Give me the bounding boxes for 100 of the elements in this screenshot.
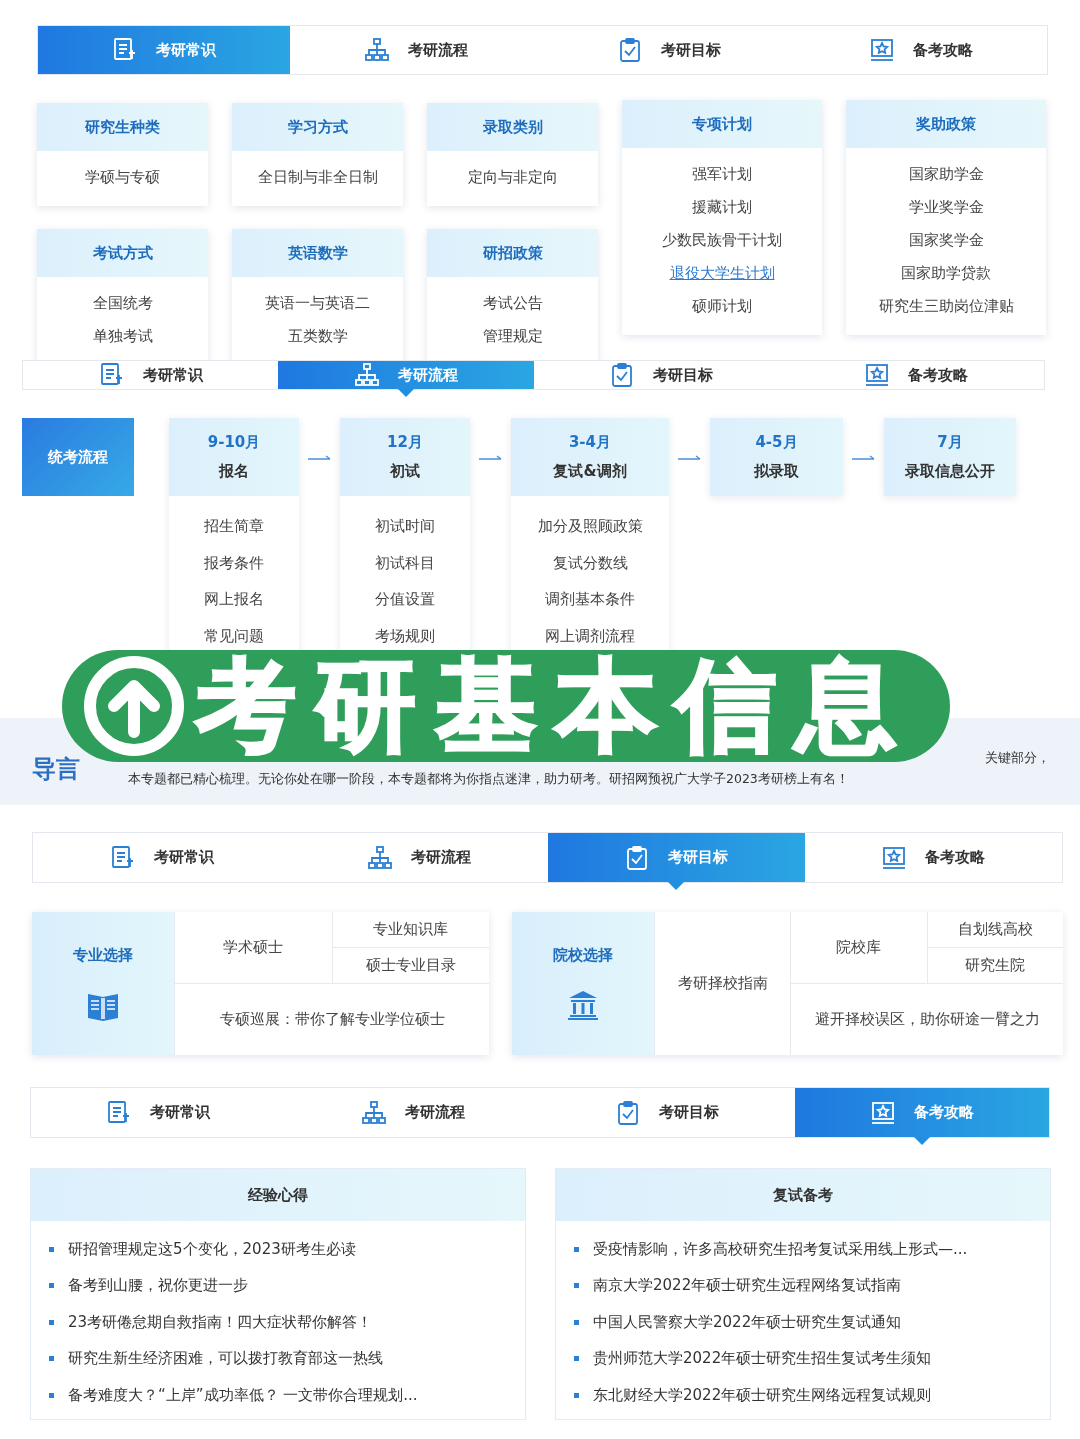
table-cell[interactable]: 学术硕士 (174, 912, 332, 984)
card-item[interactable]: 定向与非定向 (467, 161, 558, 194)
step-link[interactable]: 调剂基本条件 (545, 589, 635, 609)
process-label: 统考流程 (22, 418, 134, 496)
card-item[interactable]: 单独考试 (92, 320, 153, 353)
hierarchy-icon (366, 844, 393, 871)
article-link[interactable]: 23考研倦怠期自救指南！四大症状帮你解答！ (68, 1312, 373, 1332)
card-item[interactable]: 全国统考 (92, 287, 153, 320)
table-cell[interactable]: 避开择校误区，助你研途一臂之力 (790, 984, 1063, 1055)
nav-tab[interactable]: 考研常识 (23, 361, 279, 389)
card-item[interactable]: 国家奖学金 (908, 224, 984, 257)
star-frame-icon (869, 1099, 896, 1126)
star-frame-icon (881, 844, 908, 871)
card-item[interactable]: 强军计划 (692, 158, 752, 191)
card-item[interactable]: 管理规定 (482, 320, 543, 353)
step-link[interactable]: 初试科目 (375, 552, 435, 573)
nav-tab[interactable]: 考研目标 (542, 26, 795, 74)
card-header: 学习方式 (232, 103, 403, 151)
nav-tab[interactable]: 考研流程 (290, 833, 548, 882)
step-title: 复试&调剂 (553, 462, 627, 481)
card-item[interactable]: 国家助学贷款 (901, 257, 991, 290)
table-cell[interactable]: 研究生院 (926, 948, 1063, 984)
hierarchy-icon (360, 1099, 387, 1126)
table-cell[interactable]: 专业知识库 (331, 912, 489, 948)
step-link[interactable]: 招生简章 (204, 516, 264, 536)
step-date: 3-4月 (568, 433, 612, 452)
intro-text: 关键部分， (985, 749, 1050, 767)
article-link[interactable]: 研招管理规定这5个变化，2023研考生必读 (68, 1239, 356, 1259)
panel-label: 院校选择 (553, 946, 613, 965)
card-item[interactable]: 考试公告 (482, 287, 543, 320)
card-header: 奖助政策 (846, 100, 1046, 148)
table-cell[interactable]: 院校库 (790, 912, 927, 984)
nav-tab[interactable]: 备考攻略 (788, 361, 1044, 389)
table-cell[interactable]: 硕士专业目录 (331, 948, 489, 984)
up-arrow-circle-icon (82, 654, 186, 758)
card-item[interactable]: 硕师计划 (692, 290, 752, 323)
card-item[interactable]: 国家助学金 (908, 158, 984, 191)
list-header: 经验心得 (31, 1169, 525, 1221)
step-link[interactable]: 考场规则 (375, 625, 435, 646)
step-link[interactable]: 常见问题 (204, 625, 264, 646)
article-link[interactable]: 研究生新生经济困难，可以拨打教育部这一热线 (68, 1349, 383, 1369)
step-link[interactable]: 复试分数线 (552, 552, 628, 573)
nav-tab[interactable]: 考研常识 (31, 1088, 286, 1137)
table-cell[interactable]: 自划线高校 (926, 912, 1063, 948)
bullet-icon (574, 1283, 579, 1289)
nav-tab[interactable]: 考研流程 (290, 26, 543, 74)
bullet-icon (574, 1246, 579, 1252)
bank-icon (567, 989, 599, 1021)
article-link[interactable]: 受疫情影响，许多高校研究生招考复试采用线上形式—... (593, 1239, 968, 1259)
article-link[interactable]: 备考难度大？“上岸”成功率低？ 一文带你合理规划... (68, 1385, 418, 1405)
step-link[interactable]: 加分及照顾政策 (537, 516, 643, 536)
nav-tab[interactable]: 备考攻略 (794, 26, 1047, 74)
list-header: 复试备考 (556, 1169, 1050, 1221)
table-cell[interactable]: 考研择校指南 (654, 912, 790, 1055)
bullet-icon (49, 1392, 54, 1398)
document-icon (109, 844, 136, 871)
step-link[interactable]: 报考条件 (204, 552, 264, 573)
step-link[interactable]: 网上报名 (204, 589, 264, 609)
bullet-icon (574, 1356, 579, 1362)
card-item[interactable]: 研究生三助岗位津贴 (878, 290, 1014, 323)
nav-tab[interactable]: 备考攻略 (804, 833, 1062, 882)
intro-text: 本专题都已精心梳理。无论你处在哪一阶段，本专题都将为你指点迷津，助力研考。研招网预祝广大学子2023考研榜上有名！ (128, 770, 850, 788)
table-cell[interactable]: 专硕巡展：带你了解专业学位硕士 (174, 984, 489, 1055)
step-title: 拟录取 (754, 462, 799, 481)
step-title: 报名 (219, 462, 249, 481)
document-icon (98, 362, 125, 388)
card-item[interactable]: 少数民族骨干计划 (662, 224, 782, 257)
step-link[interactable]: 分值设置 (375, 589, 435, 609)
bullet-icon (49, 1319, 54, 1325)
intro-heading: 导言 (32, 753, 80, 785)
card-header: 英语数学 (232, 229, 403, 277)
step-link[interactable]: 初试时间 (375, 516, 435, 536)
article-link[interactable]: 备考到山腰，祝你更进一步 (68, 1276, 248, 1296)
nav-tab[interactable]: 考研常识 (33, 833, 291, 882)
article-link[interactable]: 贵州师范大学2022年硕士研究生招生复试考生须知 (593, 1349, 932, 1369)
article-link[interactable]: 中国人民警察大学2022年硕士研究生复试通知 (593, 1312, 902, 1332)
article-link[interactable]: 东北财经大学2022年硕士研究生网络远程复试规则 (593, 1385, 932, 1405)
star-frame-icon (868, 37, 895, 63)
card-item[interactable]: 学硕与专硕 (85, 161, 160, 194)
step-date: 7月 (937, 433, 963, 452)
nav-tab[interactable]: 考研目标 (540, 1088, 795, 1137)
bullet-icon (49, 1246, 54, 1252)
step-date: 4-5月 (755, 433, 798, 452)
card-header: 研究生种类 (37, 103, 208, 151)
nav-tab[interactable]: 考研流程 (285, 1088, 540, 1137)
arrow-icon (479, 454, 503, 462)
arrow-icon (308, 454, 332, 462)
step-title: 录取信息公开 (905, 462, 995, 481)
card-item[interactable]: 学业奖学金 (908, 191, 984, 224)
item-link[interactable]: 退役大学生计划 (669, 257, 775, 290)
step-title: 初试 (390, 462, 420, 481)
card-item[interactable]: 五类数学 (287, 320, 348, 353)
star-frame-icon (864, 362, 891, 388)
card-item[interactable]: 全日制与非全日制 (257, 161, 378, 194)
card-header: 研招政策 (427, 229, 598, 277)
nav-tab[interactable]: 考研目标 (533, 361, 789, 389)
card-item[interactable]: 援藏计划 (692, 191, 752, 224)
card-item[interactable]: 英语一与英语二 (265, 287, 370, 320)
step-link[interactable]: 网上调剂流程 (545, 625, 635, 646)
article-link[interactable]: 南京大学2022年硕士研究生远程网络复试指南 (593, 1276, 902, 1296)
